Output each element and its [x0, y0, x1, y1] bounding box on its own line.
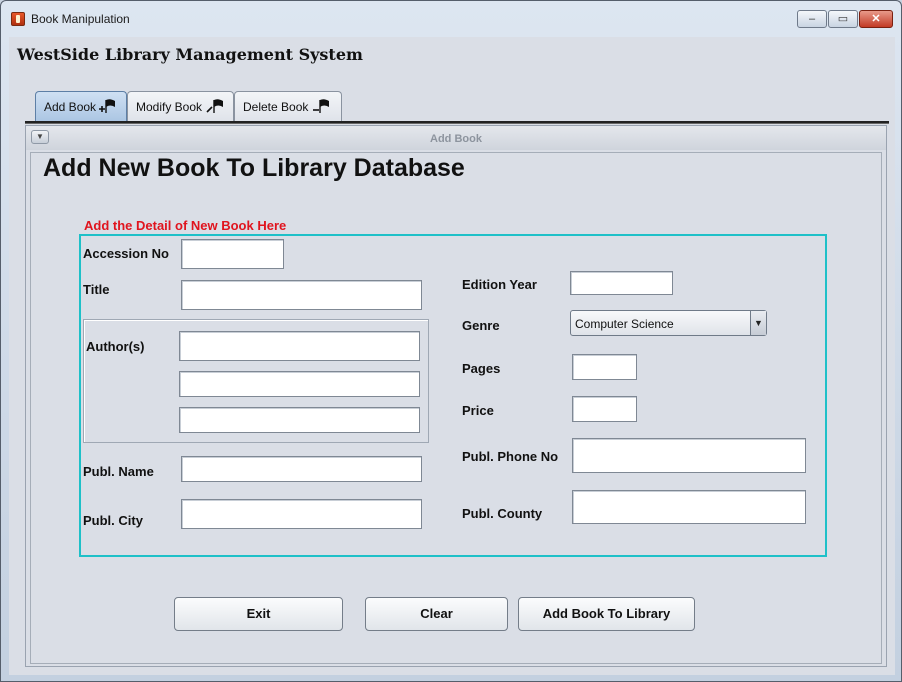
clear-button[interactable]: Clear [365, 597, 508, 631]
county-label: Publ. County [462, 506, 543, 521]
county-input[interactable] [572, 490, 806, 524]
java-cup-icon [11, 12, 25, 26]
tab-underline [25, 121, 889, 124]
chevron-down-icon[interactable]: ▼ [750, 311, 766, 335]
panel-title: Add Book [430, 133, 482, 145]
publ-name-input[interactable] [181, 456, 422, 482]
form-subtitle: Add the Detail of New Book Here [84, 218, 287, 233]
window-title: Book Manipulation [31, 12, 130, 26]
publ-city-label: Publ. City [83, 513, 143, 528]
tab-add-book[interactable]: Add Book [35, 91, 127, 123]
author3-input[interactable] [179, 407, 420, 433]
genre-select[interactable]: Computer Science ▼ [570, 310, 767, 336]
app-title: WestSide Library Management System [17, 45, 363, 64]
accession-input[interactable] [181, 239, 284, 269]
accession-label: Accession No [83, 246, 169, 261]
pages-label: Pages [462, 361, 501, 376]
tab-label: Add Book [44, 100, 97, 114]
edition-year-input[interactable] [570, 271, 673, 295]
app-window: Book Manipulation – ▭ ✕ WestSide Library… [0, 0, 902, 682]
phone-label: Publ. Phone No [462, 449, 559, 464]
tab-label: Delete Book [243, 100, 309, 114]
title-input[interactable] [181, 280, 422, 310]
tab-label: Modify Book [136, 100, 203, 114]
genre-label: Genre [462, 318, 500, 333]
panel-content: Add New Book To Library Database Add the… [30, 152, 882, 664]
author1-input[interactable] [179, 331, 420, 361]
flag-delete-icon [313, 99, 329, 113]
panel-title-bar: ▼ Add Book [26, 126, 886, 150]
price-input[interactable] [572, 396, 637, 422]
publ-name-label: Publ. Name [83, 464, 154, 479]
pages-input[interactable] [572, 354, 637, 380]
title-bar[interactable]: Book Manipulation – ▭ ✕ [1, 1, 901, 37]
exit-button[interactable]: Exit [174, 597, 343, 631]
add-book-panel: ▼ Add Book Add New Book To Library Datab… [25, 125, 887, 667]
title-label: Title [83, 282, 110, 297]
authors-label: Author(s) [86, 339, 145, 354]
flag-add-icon [99, 99, 115, 113]
client-area: WestSide Library Management System Add B… [9, 37, 895, 675]
minimize-button[interactable]: – [797, 10, 827, 28]
form-heading: Add New Book To Library Database [43, 154, 465, 182]
tab-modify-book[interactable]: Modify Book [127, 91, 234, 121]
author2-input[interactable] [179, 371, 420, 397]
close-button[interactable]: ✕ [859, 10, 893, 28]
publ-city-input[interactable] [181, 499, 422, 529]
tab-delete-book[interactable]: Delete Book [234, 91, 342, 121]
genre-selected-value: Computer Science [575, 317, 674, 331]
maximize-button[interactable]: ▭ [828, 10, 858, 28]
edition-year-label: Edition Year [462, 277, 537, 292]
flag-edit-icon [206, 99, 223, 113]
add-book-button[interactable]: Add Book To Library [518, 597, 695, 631]
authors-group: Author(s) [83, 319, 429, 443]
book-form: Accession No Title Author(s) Publ. Name … [79, 234, 827, 557]
phone-input[interactable] [572, 438, 806, 473]
price-label: Price [462, 403, 494, 418]
